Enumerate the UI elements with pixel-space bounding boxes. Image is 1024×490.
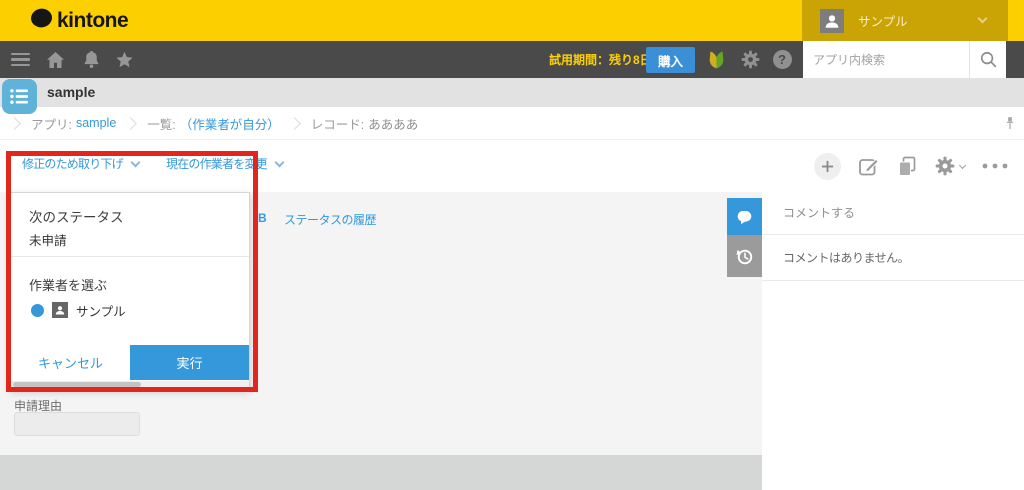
side-tabs [727, 198, 762, 277]
tab-partial[interactable]: B [258, 211, 266, 225]
settings-gear-icon[interactable] [736, 41, 764, 78]
user-avatar [820, 9, 844, 33]
record-settings-menu[interactable] [934, 155, 965, 177]
comments-tab[interactable] [727, 198, 762, 235]
status-action-dialog: 次のステータス 未申請 作業者を選ぶ サンプル キャンセル 実行 [10, 192, 250, 389]
help-icon[interactable]: ? [768, 41, 796, 78]
assignee-user-icon [52, 302, 68, 318]
breadcrumb-chevron-icon [8, 117, 21, 130]
beginner-guide-icon[interactable] [703, 41, 729, 78]
dialog-divider [11, 256, 249, 257]
app-search-input[interactable] [803, 41, 969, 78]
assignee-section-label: 作業者を選ぶ [29, 275, 107, 294]
gear-icon [934, 155, 956, 177]
breadcrumb-view-label: 一覧: [147, 114, 175, 133]
history-icon [735, 247, 754, 266]
user-menu[interactable]: サンプル [802, 0, 1008, 41]
breadcrumb-record-label: レコード: [311, 114, 364, 133]
add-record-icon[interactable] [814, 153, 841, 180]
app-title-bar: sample [0, 78, 1024, 107]
user-name: サンプル [858, 11, 908, 30]
dialog-hscrollbar-thumb[interactable] [13, 382, 141, 387]
comment-panel: コメントする コメントはありません。 [762, 192, 1024, 490]
favorites-star-icon[interactable] [110, 41, 138, 78]
app-search [803, 41, 1006, 78]
comment-prompt[interactable]: コメントする [762, 192, 1024, 235]
assignee-name: サンプル [76, 301, 126, 320]
dialog-hscrollbar [11, 381, 249, 388]
chevron-down-icon [274, 157, 284, 167]
chevron-down-icon [959, 161, 966, 168]
reason-field-input[interactable] [14, 412, 140, 436]
more-options-icon[interactable] [982, 163, 1008, 169]
breadcrumb-chevron-icon [288, 117, 301, 130]
process-withdraw-label: 修正のため取り下げ [22, 155, 123, 172]
global-header: kintone サンプル [0, 0, 1024, 41]
notifications-bell-icon[interactable] [78, 41, 104, 78]
home-icon[interactable] [42, 41, 68, 78]
duplicate-record-icon[interactable] [897, 156, 917, 177]
kintone-record-page: kintone サンプル 試用期間：残り8日 購入 ? [0, 0, 1024, 490]
pin-icon[interactable] [1002, 115, 1018, 135]
kintone-logo-text: kintone [57, 9, 128, 33]
buy-button[interactable]: 購入 [646, 47, 695, 73]
execute-button[interactable]: 実行 [130, 345, 249, 380]
dialog-buttons: キャンセル 実行 [11, 345, 249, 380]
search-icon[interactable] [969, 41, 1006, 78]
change-assignee-label: 現在の作業者を変更 [166, 155, 267, 172]
content-footer-band [0, 455, 763, 490]
change-assignee-button[interactable]: 現在の作業者を変更 [166, 155, 283, 172]
assignee-radio-selected[interactable] [31, 304, 44, 317]
cancel-button[interactable]: キャンセル [11, 345, 130, 380]
breadcrumb: アプリ: sample 一覧: （作業者が自分） レコード: ああああ [0, 107, 1024, 140]
chevron-down-icon [130, 157, 140, 167]
record-toolbar-icons [814, 151, 1008, 181]
process-withdraw-button[interactable]: 修正のため取り下げ [22, 155, 139, 172]
menu-icon[interactable] [8, 41, 32, 78]
tab-status-history[interactable]: ステータスの履歴 [284, 211, 376, 228]
breadcrumb-view-link[interactable]: （作業者が自分） [180, 114, 280, 133]
comment-bubble-icon [736, 209, 753, 225]
edit-record-icon[interactable] [858, 155, 880, 177]
comment-empty-message: コメントはありません。 [783, 249, 909, 266]
record-action-row: 修正のため取り下げ 現在の作業者を変更 [0, 140, 1024, 192]
global-toolbar: 試用期間：残り8日 購入 ? [0, 41, 1024, 78]
kintone-logo[interactable]: kintone [30, 8, 128, 33]
kintone-logo-icon [30, 7, 53, 34]
help-glyph: ? [773, 50, 792, 69]
user-menu-chevron-icon [978, 14, 988, 24]
trial-period-text: 試用期間：残り8日 [549, 41, 652, 78]
next-status-label: 次のステータス [29, 206, 124, 226]
breadcrumb-record-title: ああああ [368, 114, 418, 133]
assignee-option: サンプル [31, 301, 126, 319]
history-tab[interactable] [727, 235, 762, 277]
breadcrumb-app-label: アプリ: [31, 114, 72, 133]
breadcrumb-chevron-icon [124, 117, 137, 130]
app-title: sample [47, 78, 95, 107]
next-status-value: 未申請 [29, 230, 67, 249]
app-icon[interactable] [2, 79, 37, 114]
breadcrumb-app-link[interactable]: sample [76, 116, 116, 130]
